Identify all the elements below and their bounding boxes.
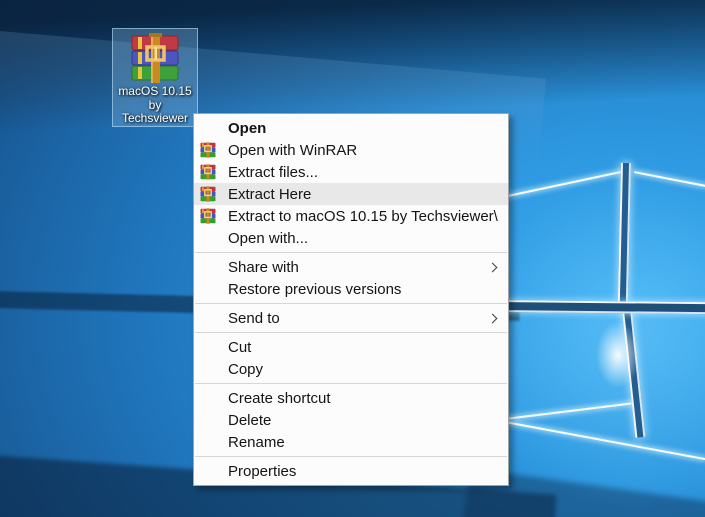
windows-logo-light-flare [596, 322, 640, 388]
context-menu-item-open-with[interactable]: Open with... [194, 227, 508, 249]
winrar-icon [200, 142, 216, 158]
windows-logo-horizontal-bar [497, 300, 705, 315]
context-menu-item-create-shortcut[interactable]: Create shortcut [194, 387, 508, 409]
desktop-icon-label-line2: by [148, 97, 162, 112]
context-menu-item-open[interactable]: Open [194, 117, 508, 139]
chevron-right-icon [487, 262, 498, 272]
context-menu-item-extract-files[interactable]: Extract files... [194, 161, 508, 183]
desktop-icon-label: macOS 10.15 by Techsviewer [113, 84, 197, 126]
winrar-archive-icon [131, 33, 179, 83]
context-menu-item-properties[interactable]: Properties [194, 460, 508, 482]
menu-separator [195, 383, 507, 384]
context-menu-item-share-with[interactable]: Share with [194, 256, 508, 278]
context-menu-item-extract-to-macos-10-15-by-techsviewer[interactable]: Extract to macOS 10.15 by Techsviewer\ [194, 205, 508, 227]
context-menu-item-send-to[interactable]: Send to [194, 307, 508, 329]
context-menu-item-open-with-winrar[interactable]: Open with WinRAR [194, 139, 508, 161]
menu-separator [195, 252, 507, 253]
menu-separator [195, 303, 507, 304]
context-menu-item-delete[interactable]: Delete [194, 409, 508, 431]
desktop-icon-label-line1: macOS 10.15 [118, 84, 192, 98]
context-menu: Open Open with WinRAR Extract files... E… [193, 113, 509, 486]
winrar-icon [200, 164, 216, 180]
winrar-icon [200, 208, 216, 224]
chevron-right-icon [487, 313, 498, 323]
winrar-icon [200, 186, 216, 202]
context-menu-item-cut[interactable]: Cut [194, 336, 508, 358]
context-menu-item-restore-previous-versions[interactable]: Restore previous versions [194, 278, 508, 300]
menu-separator [195, 456, 507, 457]
context-menu-item-copy[interactable]: Copy [194, 358, 508, 380]
desktop-icon-label-line3: Techsviewer [121, 111, 189, 125]
context-menu-item-rename[interactable]: Rename [194, 431, 508, 453]
context-menu-item-extract-here[interactable]: Extract Here [194, 183, 508, 205]
menu-separator [195, 332, 507, 333]
desktop-icon-macos-archive[interactable]: macOS 10.15 by Techsviewer [112, 28, 198, 127]
